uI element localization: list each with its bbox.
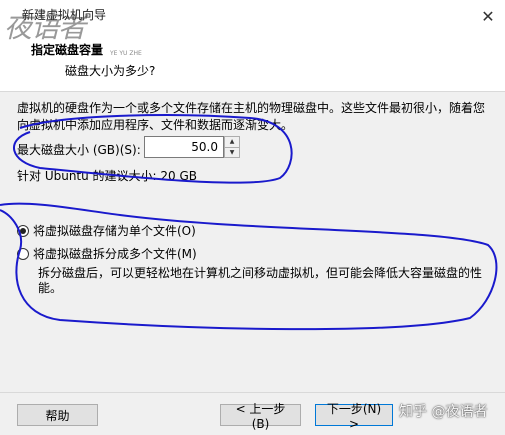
watermark-logo: 夜语者 [4, 11, 86, 44]
radio-single-file-label: 将虚拟磁盘存储为单个文件(O) [33, 224, 196, 238]
radio-split-files[interactable]: 将虚拟磁盘拆分成多个文件(M) [17, 245, 197, 262]
split-description: 拆分磁盘后，可以更轻松地在计算机之间移动虚拟机，但可能会降低大容量磁盘的性能。 [38, 266, 483, 295]
close-button[interactable]: ✕ [477, 6, 499, 26]
spin-up-icon[interactable]: ▲ [225, 137, 239, 148]
bottom-divider [0, 392, 505, 393]
radio-button-selected[interactable] [17, 224, 29, 237]
wizard-header: 新建虚拟机向导 夜语者 YE YU ZHE ✕ 指定磁盘容量 磁盘大小为多少? [0, 0, 505, 92]
intro-text: 虚拟机的硬盘作为一个或多个文件存储在主机的物理磁盘中。这些文件最初很小，随着您向… [17, 101, 486, 132]
disk-size-spinner[interactable]: ▲ ▼ [224, 136, 240, 158]
disk-size-input[interactable]: 50.0 [144, 136, 224, 158]
help-button[interactable]: 帮助 [17, 404, 98, 426]
radio-single-file[interactable]: 将虚拟磁盘存储为单个文件(O) [17, 222, 196, 239]
back-button[interactable]: < 上一步(B) [220, 402, 301, 431]
radio-button-unselected[interactable] [17, 247, 29, 260]
close-icon: ✕ [481, 6, 495, 26]
page-subtitle: 磁盘大小为多少? [65, 64, 156, 78]
spin-down-icon[interactable]: ▼ [225, 148, 239, 158]
page-title: 指定磁盘容量 [31, 43, 104, 57]
next-button[interactable]: 下一步(N) > [315, 402, 393, 431]
recommended-size: 针对 Ubuntu 的建议大小: 20 GB [17, 169, 198, 183]
zhihu-watermark: 知乎 @夜语者 [399, 404, 488, 420]
disk-size-label: 最大磁盘大小 (GB)(S): [17, 143, 141, 157]
radio-split-files-label: 将虚拟磁盘拆分成多个文件(M) [33, 247, 197, 261]
watermark-small-text: YE YU ZHE [110, 50, 142, 57]
disk-size-row: 最大磁盘大小 (GB)(S): [17, 139, 141, 160]
